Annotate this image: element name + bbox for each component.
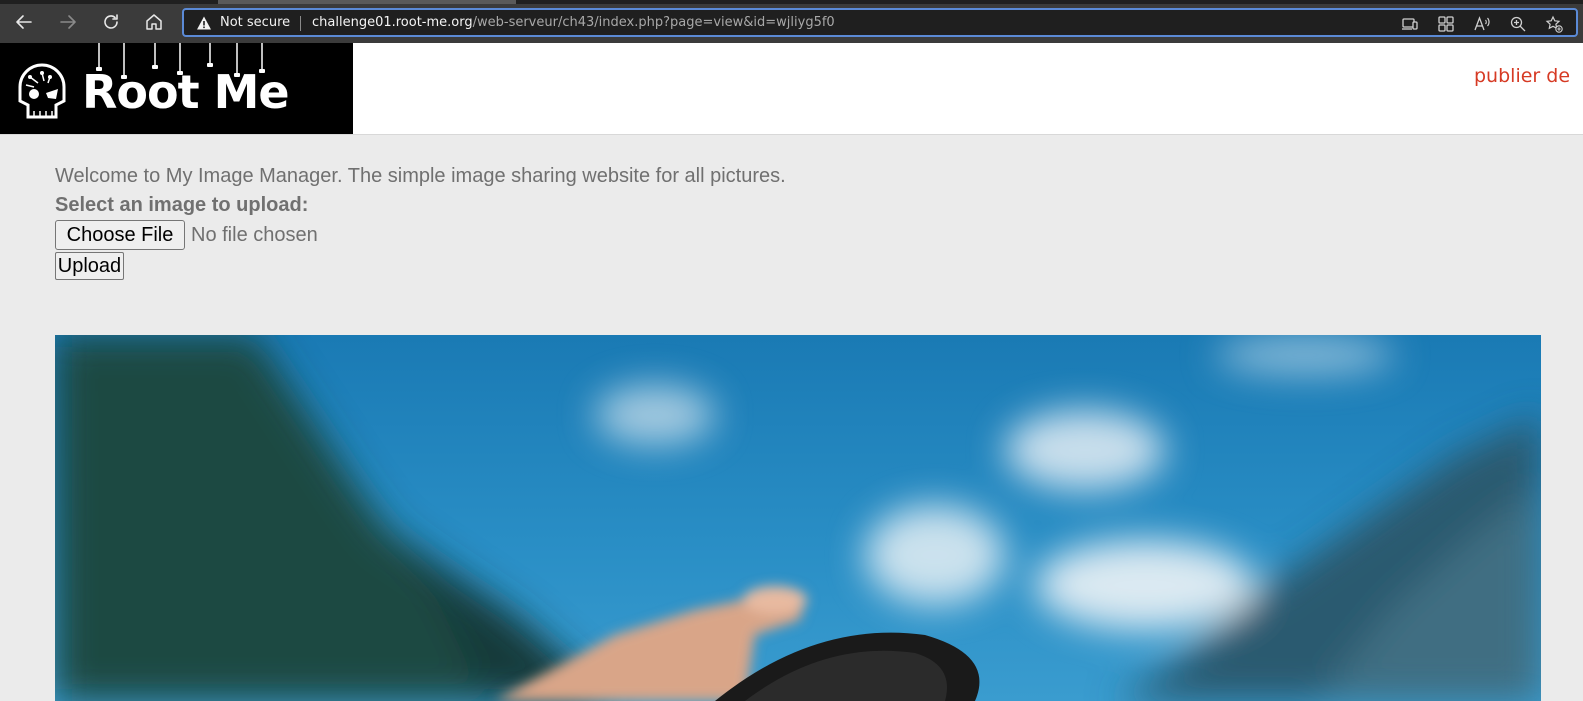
tab-strip xyxy=(0,0,1583,4)
browser-toolbar: Not secure challenge01.root-me.org/web-s… xyxy=(0,0,1583,43)
url-text[interactable]: challenge01.root-me.org/web-serveur/ch43… xyxy=(312,15,835,30)
extensions-button[interactable] xyxy=(1437,15,1457,33)
select-image-label: Select an image to upload: xyxy=(55,194,309,216)
no-file-chosen-text: No file chosen xyxy=(191,224,318,246)
favorites-add-icon xyxy=(1545,15,1563,33)
reload-button[interactable] xyxy=(98,9,124,35)
url-host: challenge01.root-me.org xyxy=(312,15,473,30)
extensions-grid-icon xyxy=(1438,16,1454,32)
choose-file-button[interactable]: Choose File xyxy=(55,220,185,250)
uploaded-image xyxy=(55,335,1541,701)
upload-button[interactable]: Upload xyxy=(55,252,124,280)
landscape-photo xyxy=(55,335,1541,701)
forward-icon xyxy=(60,15,76,29)
back-icon xyxy=(16,15,32,29)
url-path: /web-serveur/ch43/index.php?page=view&id… xyxy=(472,15,835,30)
app-available-icon xyxy=(1402,18,1418,30)
app-available-button[interactable] xyxy=(1401,15,1421,33)
active-tab-indicator[interactable] xyxy=(218,0,516,4)
site-header: Root Me publier de xyxy=(0,43,1583,135)
warning-icon[interactable] xyxy=(196,15,212,31)
logo[interactable]: Root Me xyxy=(0,43,353,134)
reload-icon xyxy=(104,14,118,29)
address-bar[interactable]: Not secure challenge01.root-me.org/web-s… xyxy=(182,8,1578,37)
security-label[interactable]: Not secure xyxy=(220,15,290,30)
logo-text: Root Me xyxy=(82,65,290,119)
home-button[interactable] xyxy=(141,9,167,35)
zoom-icon xyxy=(1510,16,1526,32)
read-aloud-button[interactable] xyxy=(1473,15,1493,33)
publish-link[interactable]: publier de xyxy=(1474,65,1570,87)
address-separator xyxy=(300,16,301,31)
welcome-text: Welcome to My Image Manager. The simple … xyxy=(55,165,786,187)
zoom-button[interactable] xyxy=(1509,15,1529,33)
back-button[interactable] xyxy=(11,9,37,35)
forward-button[interactable] xyxy=(55,9,81,35)
favorites-add-button[interactable] xyxy=(1545,15,1565,33)
home-icon xyxy=(146,14,162,30)
read-aloud-icon xyxy=(1474,16,1490,31)
